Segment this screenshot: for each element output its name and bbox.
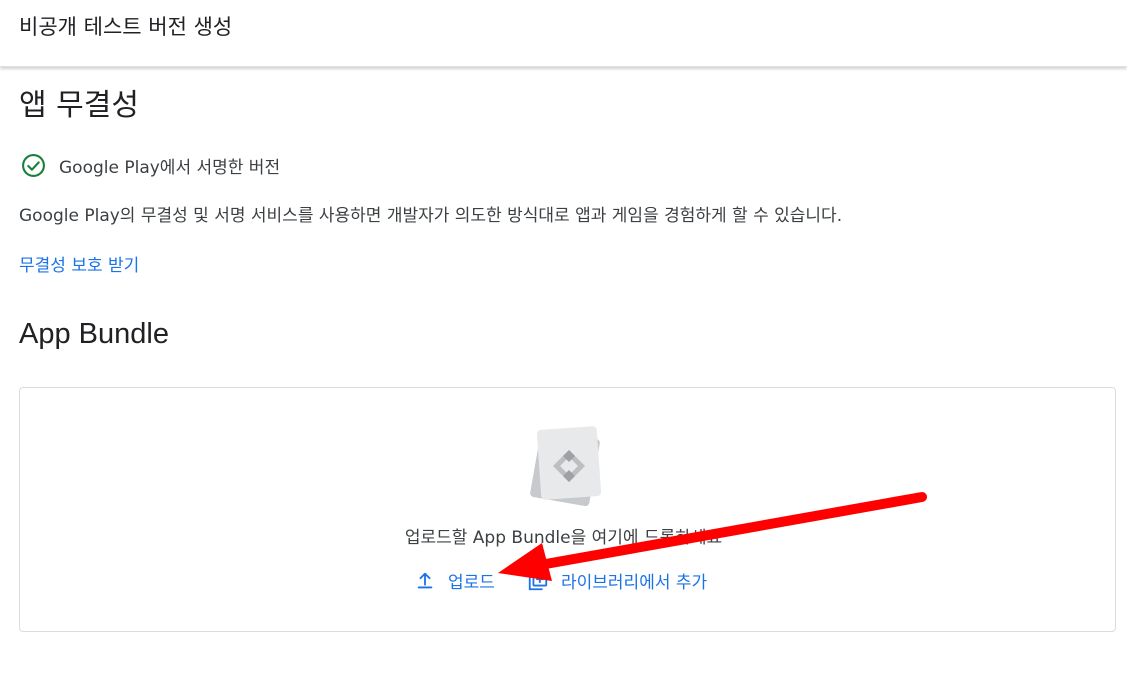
- add-from-library-button[interactable]: 라이브러리에서 추가: [527, 568, 707, 593]
- app-bundle-heading: App Bundle: [19, 318, 169, 350]
- get-integrity-protection-link[interactable]: 무결성 보호 받기: [19, 251, 139, 276]
- add-from-library-label: 라이브러리에서 추가: [561, 573, 708, 593]
- check-circle-icon: [22, 154, 45, 177]
- page-title: 비공개 테스트 버전 생성: [19, 15, 233, 39]
- app-bundle-illustration: [530, 426, 602, 506]
- top-app-bar: 비공개 테스트 버전 생성: [0, 0, 1127, 67]
- dropzone-instructions: 업로드할 App Bundle을 여기에 드롭하세요: [404, 528, 723, 548]
- library-add-icon: [528, 571, 548, 590]
- integrity-status: Google Play에서 서명한 버전: [21, 153, 280, 178]
- upload-icon: [417, 572, 433, 588]
- app-integrity-heading: 앱 무결성: [19, 88, 139, 123]
- upload-button-label: 업로드: [448, 573, 495, 593]
- integrity-status-text: Google Play에서 서명한 버전: [59, 158, 281, 178]
- upload-button[interactable]: 업로드: [414, 568, 495, 593]
- integrity-description: Google Play의 무결성 및 서명 서비스를 사용하면 개발자가 의도한…: [19, 206, 843, 226]
